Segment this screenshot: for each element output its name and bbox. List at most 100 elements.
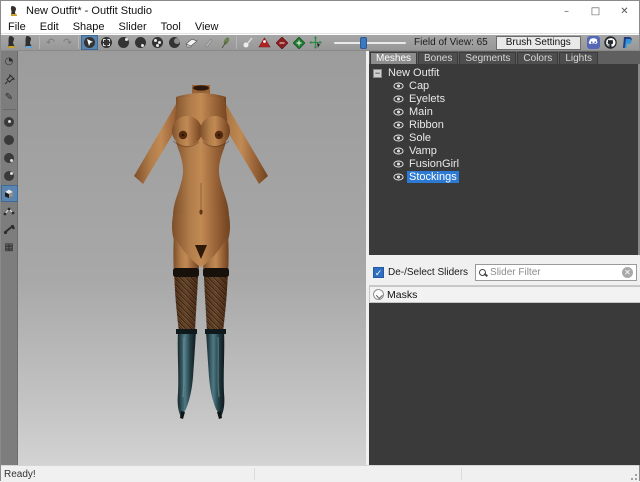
visibility-eye-icon[interactable] <box>393 160 404 168</box>
camera-orbit-icon: ◔ <box>5 57 14 67</box>
title-bar[interactable]: New Outfit* - Outfit Studio – □ ✕ <box>1 1 639 21</box>
visibility-eye-icon[interactable] <box>393 108 404 116</box>
deflate-brush-side-button[interactable] <box>2 150 17 165</box>
load-reference-button[interactable] <box>20 35 37 50</box>
grid-button[interactable]: ▦ <box>2 240 17 255</box>
tree-item-ribbon[interactable]: Ribbon <box>369 119 640 131</box>
smooth-brush-button[interactable] <box>149 35 166 50</box>
eraser-button[interactable] <box>183 35 200 50</box>
clear-filter-icon[interactable]: ✕ <box>622 267 633 278</box>
feather-brush-icon <box>220 37 231 49</box>
vertex-delete-icon <box>276 37 288 49</box>
feather-brush-button[interactable] <box>217 35 234 50</box>
menu-edit[interactable]: Edit <box>33 21 66 34</box>
tree-item-stockings[interactable]: Stockings <box>369 171 640 183</box>
tree-item-main[interactable]: Main <box>369 106 640 118</box>
visibility-eye-icon[interactable] <box>393 173 404 181</box>
menu-tool[interactable]: Tool <box>154 21 188 34</box>
menu-shape[interactable]: Shape <box>66 21 112 34</box>
vertex-edit-button[interactable] <box>2 204 17 219</box>
tab-bones[interactable]: Bones <box>418 52 458 64</box>
menu-bar: File Edit Shape Slider Tool View <box>1 21 639 34</box>
undo-button[interactable]: ↶ <box>42 35 59 50</box>
deselect-sliders-checkbox[interactable]: ✓ <box>373 267 384 278</box>
tree-item-cap[interactable]: Cap <box>369 80 640 92</box>
toolbar-separator <box>78 36 79 49</box>
maximize-button[interactable]: □ <box>581 1 610 21</box>
vertex-add-button[interactable] <box>290 35 307 50</box>
visibility-eye-icon[interactable] <box>393 82 404 90</box>
visibility-eye-icon[interactable] <box>393 95 404 103</box>
mask-brush-button[interactable] <box>98 35 115 50</box>
pencil-icon: ✎ <box>5 93 13 103</box>
inflate-brush-side-button[interactable] <box>2 132 17 147</box>
tree-item-eyelets[interactable]: Eyelets <box>369 93 640 105</box>
menu-slider[interactable]: Slider <box>112 21 154 34</box>
paypal-icon[interactable] <box>621 36 634 49</box>
tree-item-label: Eyelets <box>407 93 447 105</box>
discord-icon[interactable] <box>587 36 600 49</box>
app-icon <box>8 5 21 18</box>
fov-slider-track <box>334 42 406 44</box>
bone-button[interactable] <box>2 222 17 237</box>
slider-filter-input[interactable] <box>490 267 622 278</box>
viewport-3d[interactable] <box>18 51 366 465</box>
inflate-brush-button[interactable] <box>115 35 132 50</box>
tab-meshes[interactable]: Meshes <box>370 52 417 64</box>
tab-segments[interactable]: Segments <box>459 52 516 64</box>
load-project-button[interactable] <box>3 35 20 50</box>
status-text: Ready! <box>1 469 36 480</box>
right-panel: Meshes Bones Segments Colors Lights − Ne… <box>369 51 640 465</box>
mask-brush-side-button[interactable] <box>2 114 17 129</box>
box-select-button[interactable] <box>2 186 17 201</box>
vertex-add-icon <box>293 37 305 49</box>
menu-file[interactable]: File <box>1 21 33 34</box>
redo-button[interactable]: ↷ <box>59 35 76 50</box>
camera-orbit-button[interactable]: ◔ <box>2 54 17 69</box>
select-brush-button[interactable] <box>81 35 98 50</box>
knife-button[interactable] <box>200 35 217 50</box>
masks-header[interactable]: Masks <box>369 286 640 303</box>
fov-slider-handle[interactable] <box>360 37 367 49</box>
search-icon <box>479 269 486 276</box>
transform-tool-button[interactable] <box>307 35 324 50</box>
slider-filter-box[interactable]: ✕ <box>475 264 637 281</box>
weight-paint-button[interactable] <box>256 35 273 50</box>
meshes-tree: − New Outfit Cap Eyelets Main Ribbon <box>369 64 640 255</box>
visibility-eye-icon[interactable] <box>393 134 404 142</box>
github-icon[interactable] <box>604 36 617 49</box>
brush-settings-button[interactable]: Brush Settings <box>496 36 581 50</box>
fov-slider[interactable] <box>334 37 406 49</box>
vertex-delete-button[interactable] <box>273 35 290 50</box>
collapse-icon[interactable]: − <box>373 69 382 78</box>
menu-view[interactable]: View <box>188 21 226 34</box>
vertex-edit-icon <box>3 206 15 217</box>
load-reference-icon <box>23 36 35 49</box>
tree-item-sole[interactable]: Sole <box>369 132 640 144</box>
tab-colors[interactable]: Colors <box>517 52 558 64</box>
minimize-button[interactable]: – <box>552 1 581 21</box>
alpha-brush-button[interactable] <box>239 35 256 50</box>
resize-grip[interactable] <box>628 471 638 481</box>
pin-button[interactable] <box>2 72 17 87</box>
inflate-brush-icon <box>118 37 129 48</box>
slider-list-area[interactable] <box>369 303 640 465</box>
pencil-button[interactable]: ✎ <box>2 90 17 105</box>
chevron-down-icon[interactable] <box>373 289 384 300</box>
visibility-eye-icon[interactable] <box>393 121 404 129</box>
close-button[interactable]: ✕ <box>610 1 639 21</box>
eraser-icon <box>185 37 198 48</box>
outfit-studio-window: New Outfit* - Outfit Studio – □ ✕ File E… <box>0 0 640 481</box>
tab-lights[interactable]: Lights <box>559 52 598 64</box>
body-mesh-model[interactable] <box>126 85 276 419</box>
redo-icon: ↷ <box>63 37 72 48</box>
deflate-brush-button[interactable] <box>132 35 149 50</box>
visibility-eye-icon[interactable] <box>393 147 404 155</box>
side-toolbar-separator <box>3 109 16 110</box>
move-brush-side-button[interactable] <box>2 168 17 183</box>
move-brush-button[interactable] <box>166 35 183 50</box>
tree-root-row[interactable]: − New Outfit <box>369 67 640 79</box>
tree-item-vamp[interactable]: Vamp <box>369 145 640 157</box>
deselect-sliders-label[interactable]: De-/Select Sliders <box>388 267 468 278</box>
tree-item-fusiongirl[interactable]: FusionGirl <box>369 158 640 170</box>
